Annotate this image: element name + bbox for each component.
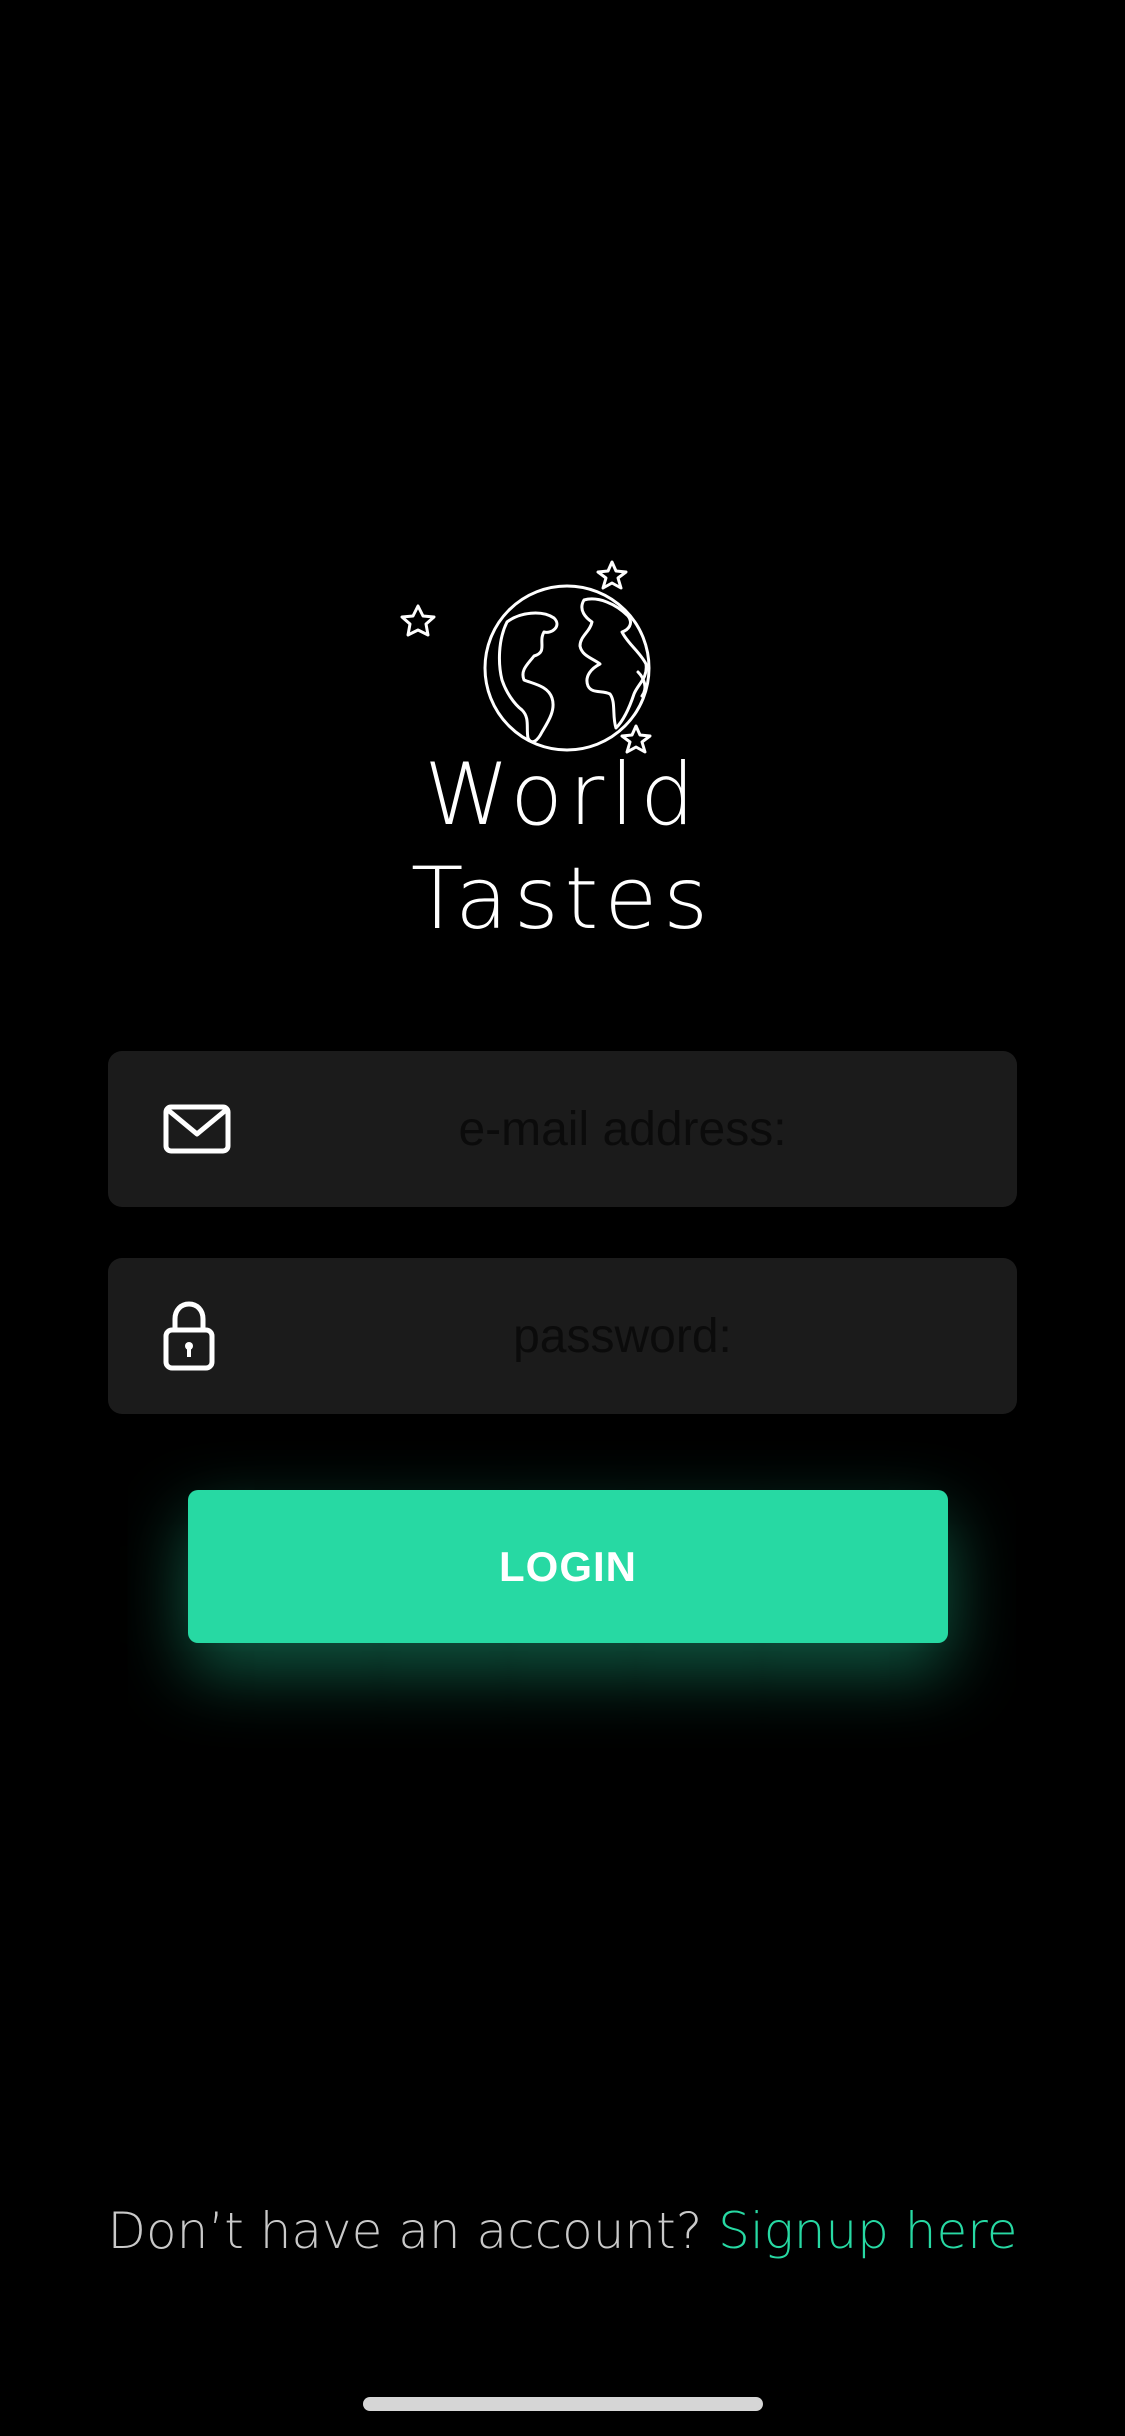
login-button[interactable]: LOGIN (188, 1490, 948, 1643)
password-field[interactable] (108, 1258, 1017, 1414)
password-input[interactable] (258, 1258, 987, 1414)
signup-prompt: Don’t have an account? Signup here (0, 2202, 1125, 2260)
logo-title-line-1: World (424, 745, 701, 845)
signup-link[interactable]: Signup here (718, 2202, 1017, 2260)
logo-title-line-2: Tastes (410, 849, 715, 949)
envelope-icon (163, 1104, 231, 1154)
signup-prompt-text: Don’t have an account? (107, 2202, 703, 2260)
email-input[interactable] (258, 1051, 987, 1207)
home-indicator[interactable] (363, 2397, 763, 2411)
email-field[interactable] (108, 1051, 1017, 1207)
padlock-icon (163, 1301, 215, 1371)
